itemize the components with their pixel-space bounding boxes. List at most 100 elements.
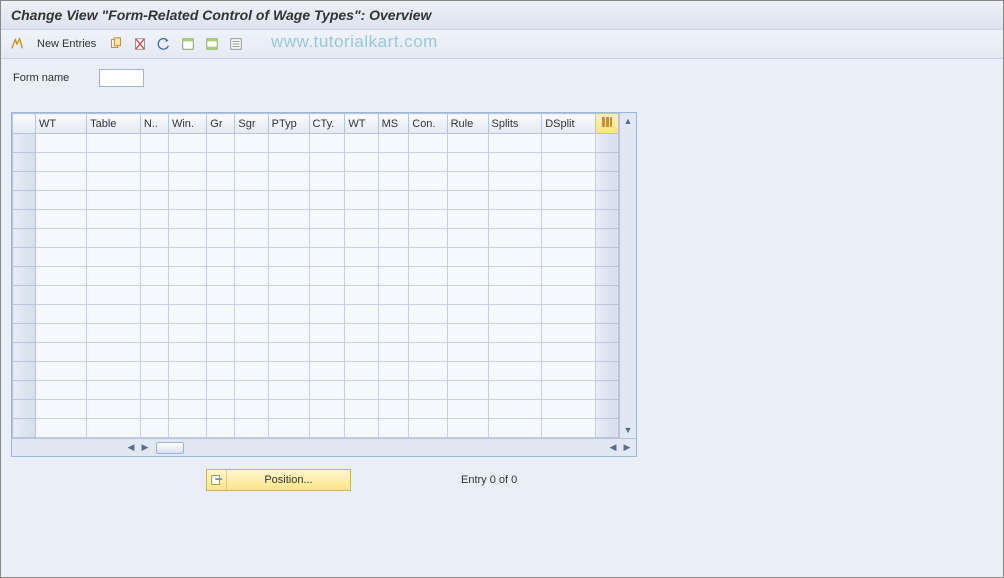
grid-cell[interactable] (168, 400, 206, 419)
hscroll-thumb[interactable] (156, 442, 184, 454)
grid-cell[interactable] (542, 229, 596, 248)
grid-cell[interactable] (345, 229, 378, 248)
grid-cell[interactable] (409, 267, 447, 286)
grid-cell[interactable] (309, 286, 345, 305)
col-header-wt[interactable]: WT (345, 114, 378, 134)
grid-cell[interactable] (168, 267, 206, 286)
grid-cell[interactable] (378, 324, 409, 343)
grid-cell[interactable] (87, 381, 141, 400)
grid-cell[interactable] (488, 153, 542, 172)
grid-cell[interactable] (87, 153, 141, 172)
grid-cell[interactable] (235, 210, 268, 229)
grid-cell[interactable] (268, 362, 309, 381)
grid-cell[interactable] (207, 191, 235, 210)
grid-cell[interactable] (268, 305, 309, 324)
grid-cell[interactable] (87, 229, 141, 248)
grid-cell[interactable] (542, 134, 596, 153)
grid-cell[interactable] (345, 172, 378, 191)
grid-cell[interactable] (87, 362, 141, 381)
grid-cell[interactable] (268, 248, 309, 267)
grid-cell[interactable] (542, 286, 596, 305)
grid-cell[interactable] (36, 381, 87, 400)
grid-cell[interactable] (36, 400, 87, 419)
grid-cell[interactable] (488, 324, 542, 343)
grid-cell[interactable] (268, 191, 309, 210)
grid-cell[interactable] (378, 400, 409, 419)
grid-cell[interactable] (378, 134, 409, 153)
grid-cell[interactable] (309, 362, 345, 381)
grid-cell[interactable] (542, 381, 596, 400)
position-button[interactable]: Position... (206, 469, 351, 491)
grid-cell[interactable] (87, 419, 141, 438)
row-selector[interactable] (13, 172, 36, 191)
grid-cell[interactable] (207, 343, 235, 362)
grid-cell[interactable] (36, 153, 87, 172)
new-entries-button[interactable]: New Entries (31, 36, 102, 52)
deselect-icon[interactable] (226, 34, 246, 54)
grid-cell[interactable] (447, 381, 488, 400)
grid-cell[interactable] (87, 343, 141, 362)
grid-cell[interactable] (309, 381, 345, 400)
grid-cell[interactable] (309, 419, 345, 438)
grid-cell[interactable] (207, 153, 235, 172)
grid-cell[interactable] (235, 191, 268, 210)
grid-cell[interactable] (447, 210, 488, 229)
undo-icon[interactable] (154, 34, 174, 54)
grid-cell[interactable] (345, 362, 378, 381)
grid-cell[interactable] (309, 134, 345, 153)
grid-cell[interactable] (268, 286, 309, 305)
col-header-cty[interactable]: CTy. (309, 114, 345, 134)
grid-cell[interactable] (488, 305, 542, 324)
grid-cell[interactable] (409, 153, 447, 172)
scroll-right-end-icon[interactable]: ▶ (620, 441, 634, 455)
grid-cell[interactable] (447, 400, 488, 419)
grid-cell[interactable] (235, 381, 268, 400)
grid-cell[interactable] (542, 324, 596, 343)
grid-cell[interactable] (268, 400, 309, 419)
col-header-rule[interactable]: Rule (447, 114, 488, 134)
col-header-dsplit[interactable]: DSplit (542, 114, 596, 134)
grid-cell[interactable] (235, 400, 268, 419)
grid-cell[interactable] (488, 400, 542, 419)
grid-cell[interactable] (409, 286, 447, 305)
grid-cell[interactable] (87, 172, 141, 191)
grid-cell[interactable] (488, 343, 542, 362)
grid-cell[interactable] (378, 305, 409, 324)
grid-cell[interactable] (409, 324, 447, 343)
grid-cell[interactable] (207, 172, 235, 191)
grid-cell[interactable] (309, 305, 345, 324)
grid-cell[interactable] (345, 343, 378, 362)
grid-cell[interactable] (140, 362, 168, 381)
grid-cell[interactable] (378, 343, 409, 362)
form-name-input[interactable] (99, 69, 144, 87)
grid-cell[interactable] (235, 172, 268, 191)
grid-cell[interactable] (542, 419, 596, 438)
grid-cell[interactable] (542, 343, 596, 362)
grid-cell[interactable] (409, 210, 447, 229)
grid-cell[interactable] (409, 400, 447, 419)
grid-cell[interactable] (345, 191, 378, 210)
grid-cell[interactable] (36, 210, 87, 229)
grid-cell[interactable] (309, 153, 345, 172)
row-selector[interactable] (13, 305, 36, 324)
grid-cell[interactable] (309, 172, 345, 191)
grid-cell[interactable] (542, 362, 596, 381)
row-selector[interactable] (13, 134, 36, 153)
grid-cell[interactable] (140, 324, 168, 343)
grid-cell[interactable] (309, 248, 345, 267)
grid-cell[interactable] (168, 248, 206, 267)
grid-cell[interactable] (409, 229, 447, 248)
grid-cell[interactable] (378, 267, 409, 286)
grid-cell[interactable] (235, 134, 268, 153)
grid-cell[interactable] (140, 305, 168, 324)
grid-cell[interactable] (447, 419, 488, 438)
row-selector[interactable] (13, 362, 36, 381)
row-selector[interactable] (13, 324, 36, 343)
grid-cell[interactable] (36, 248, 87, 267)
grid-cell[interactable] (268, 343, 309, 362)
grid-cell[interactable] (207, 419, 235, 438)
grid-cell[interactable] (168, 381, 206, 400)
grid-cell[interactable] (235, 419, 268, 438)
grid-cell[interactable] (345, 134, 378, 153)
grid-cell[interactable] (140, 286, 168, 305)
